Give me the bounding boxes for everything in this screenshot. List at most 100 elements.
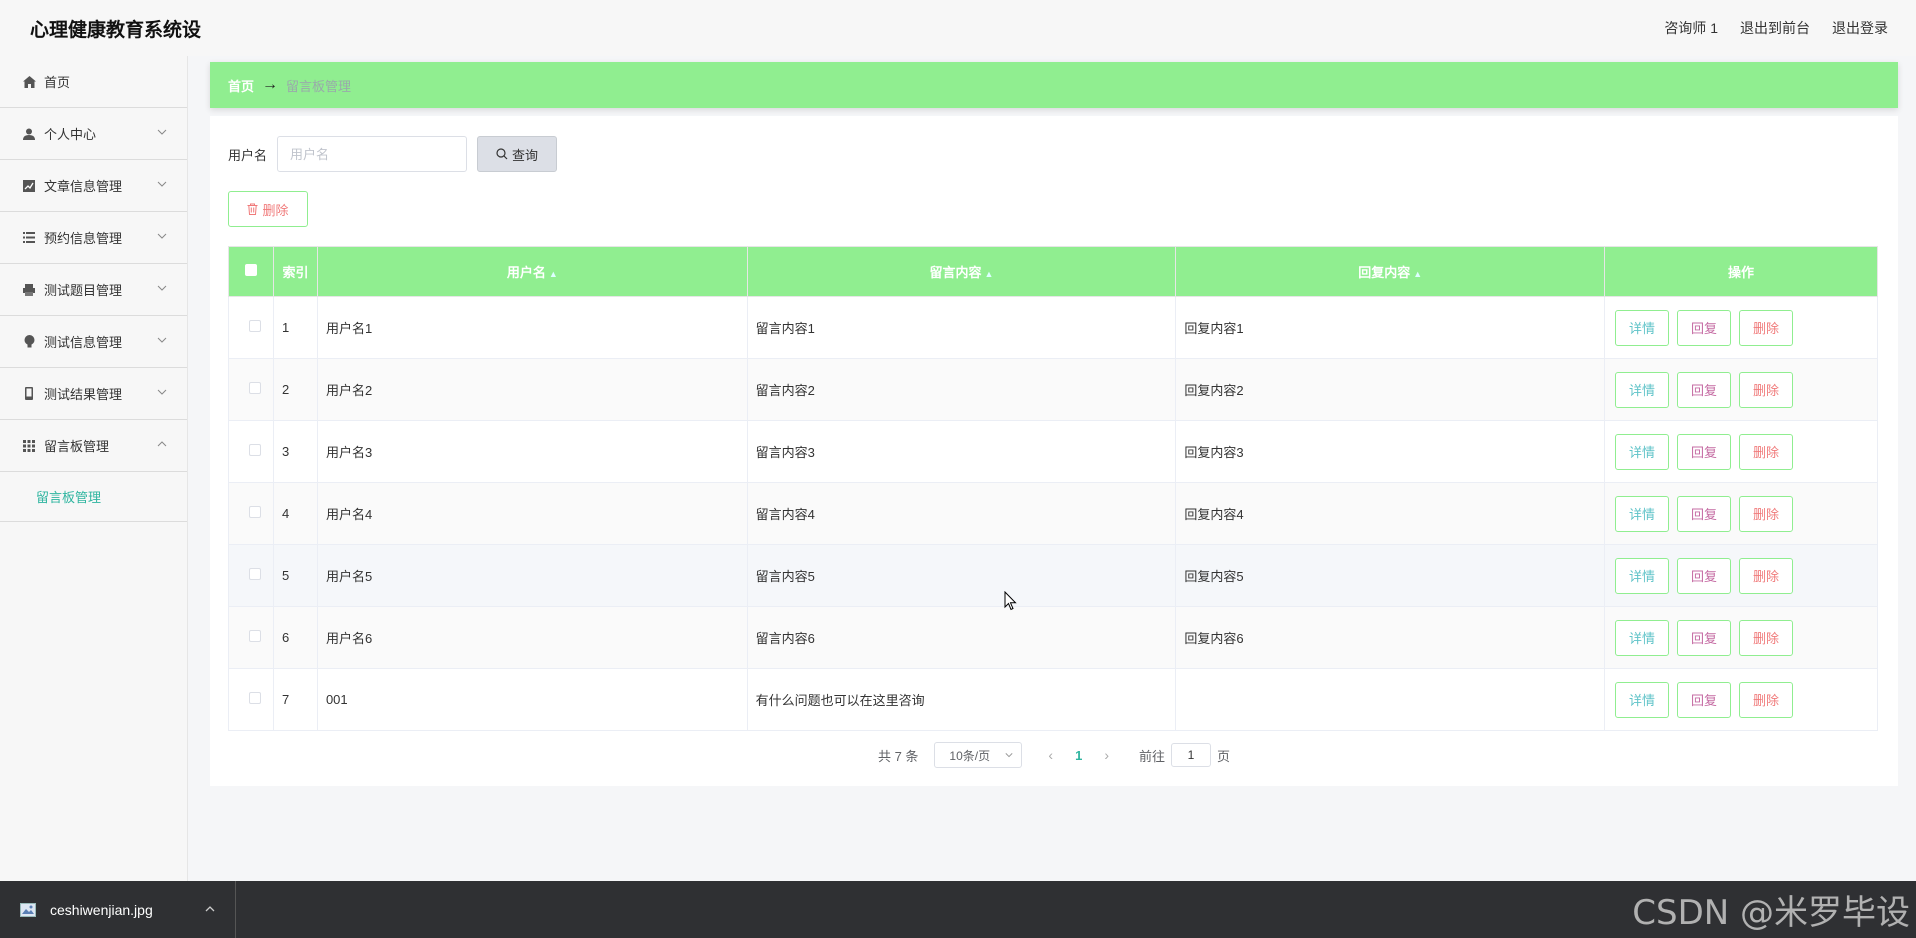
bulk-delete-button[interactable]: 删除 — [228, 191, 308, 227]
breadcrumb: 首页 → 留言板管理 — [210, 62, 1898, 108]
detail-button[interactable]: 详情 — [1615, 371, 1670, 408]
cell-username: 001 — [316, 668, 748, 731]
column-header-label: 用户名 — [506, 265, 546, 280]
select-all-checkbox[interactable] — [244, 264, 257, 276]
column-header-reply[interactable]: 回复内容 ▲ — [1175, 246, 1606, 297]
detail-button[interactable]: 详情 — [1615, 433, 1670, 470]
reply-button[interactable]: 回复 — [1677, 309, 1732, 346]
row-select-cell — [228, 420, 274, 483]
query-button[interactable]: 查询 — [477, 136, 558, 172]
table-row: 5 用户名5 留言内容5 回复内容5 详情 回复 删除 — [228, 544, 1878, 607]
row-checkbox[interactable] — [248, 630, 261, 642]
cell-reply: 回复内容4 — [1175, 482, 1606, 545]
sidebar-item-label: 文章信息管理 — [44, 179, 123, 194]
delete-button[interactable]: 删除 — [1739, 371, 1794, 408]
chevron-down-icon — [157, 285, 167, 291]
search-icon — [496, 148, 508, 160]
row-select-cell — [228, 606, 274, 669]
detail-button[interactable]: 详情 — [1615, 495, 1670, 532]
message-table: 索引 用户名 ▲ 留言内容 ▲ 回复内容 ▲ 操作 1 用户名1 留言内容1 回复内容1 详情… — [228, 246, 1878, 731]
sidebar-item-appointments[interactable]: 预约信息管理 — [0, 212, 187, 264]
list-icon — [22, 231, 36, 245]
reply-button[interactable]: 回复 — [1677, 433, 1732, 470]
detail-button[interactable]: 详情 — [1615, 619, 1670, 656]
printer-icon — [22, 283, 36, 297]
row-select-cell — [228, 482, 274, 545]
delete-button[interactable]: 删除 — [1739, 557, 1794, 594]
row-checkbox[interactable] — [248, 692, 261, 704]
prev-page-button[interactable]: ‹ — [1040, 747, 1061, 763]
cell-reply — [1175, 668, 1606, 731]
sidebar-item-label: 测试信息管理 — [44, 335, 123, 350]
sidebar-item-test-results[interactable]: 测试结果管理 — [0, 368, 187, 420]
cell-message: 留言内容4 — [746, 482, 1177, 545]
delete-button[interactable]: 删除 — [1739, 433, 1794, 470]
row-checkbox[interactable] — [248, 320, 261, 332]
cell-index: 5 — [272, 544, 318, 607]
reply-button[interactable]: 回复 — [1677, 681, 1732, 718]
reply-button[interactable]: 回复 — [1677, 557, 1732, 594]
chart-icon — [22, 179, 36, 193]
cell-reply: 回复内容6 — [1175, 606, 1606, 669]
sidebar-subitem-message-board-manage[interactable]: 留言板管理 — [0, 472, 187, 522]
chevron-down-icon — [157, 129, 167, 135]
detail-button[interactable]: 详情 — [1615, 557, 1670, 594]
row-checkbox[interactable] — [248, 382, 261, 394]
row-checkbox[interactable] — [248, 568, 261, 580]
sidebar-item-personal-center[interactable]: 个人中心 — [0, 108, 187, 160]
row-actions: 详情 回复 删除 — [1613, 433, 1877, 470]
sidebar-item-articles[interactable]: 文章信息管理 — [0, 160, 187, 212]
goto-page-input[interactable] — [1171, 743, 1212, 767]
reply-button[interactable]: 回复 — [1677, 371, 1732, 408]
delete-button[interactable]: 删除 — [1739, 309, 1794, 346]
chevron-down-icon — [157, 389, 167, 395]
cell-reply: 回复内容5 — [1175, 544, 1606, 607]
row-checkbox[interactable] — [248, 506, 261, 518]
cell-username: 用户名4 — [316, 482, 748, 545]
page-number-current[interactable]: 1 — [1061, 748, 1096, 763]
delete-button[interactable]: 删除 — [1739, 681, 1794, 718]
username-search-input[interactable] — [277, 136, 468, 172]
row-actions: 详情 回复 删除 — [1613, 619, 1877, 656]
logout-link[interactable]: 退出登录 — [1832, 18, 1888, 38]
bulb-icon — [22, 335, 36, 349]
sort-icon[interactable]: ▲ — [549, 269, 558, 279]
sidebar-item-home[interactable]: 首页 — [0, 56, 187, 108]
current-user-link[interactable]: 咨询师 1 — [1664, 18, 1718, 38]
download-item[interactable]: ceshiwenjian.jpg — [0, 881, 236, 938]
sort-icon[interactable]: ▲ — [985, 269, 994, 279]
cell-username: 用户名3 — [316, 420, 748, 483]
delete-button[interactable]: 删除 — [1739, 619, 1794, 656]
reply-button[interactable]: 回复 — [1677, 495, 1732, 532]
cell-reply: 回复内容2 — [1175, 358, 1606, 421]
image-file-icon — [20, 902, 36, 917]
row-checkbox[interactable] — [248, 444, 261, 456]
sidebar-item-test-info[interactable]: 测试信息管理 — [0, 316, 187, 368]
delete-button[interactable]: 删除 — [1739, 495, 1794, 532]
header-actions: 咨询师 1 退出到前台 退出登录 — [1664, 18, 1888, 38]
search-label: 用户名 — [228, 147, 268, 163]
detail-button[interactable]: 详情 — [1615, 309, 1670, 346]
cell-message: 有什么问题也可以在这里咨询 — [746, 668, 1177, 731]
chevron-down-icon — [157, 181, 167, 187]
next-page-button[interactable]: › — [1096, 747, 1117, 763]
sidebar-item-label: 测试题目管理 — [44, 283, 123, 298]
chevron-down-icon — [157, 233, 167, 239]
cell-actions: 详情 回复 删除 — [1604, 544, 1878, 607]
sidebar-item-message-board[interactable]: 留言板管理 — [0, 420, 187, 472]
sort-icon[interactable]: ▲ — [1413, 269, 1422, 279]
column-header-username[interactable]: 用户名 ▲ — [316, 246, 748, 297]
detail-button[interactable]: 详情 — [1615, 681, 1670, 718]
sidebar-item-test-questions[interactable]: 测试题目管理 — [0, 264, 187, 316]
column-header-message[interactable]: 留言内容 ▲ — [746, 246, 1177, 297]
reply-button[interactable]: 回复 — [1677, 619, 1732, 656]
table-row: 4 用户名4 留言内容4 回复内容4 详情 回复 删除 — [228, 482, 1878, 545]
breadcrumb-home-link[interactable]: 首页 — [228, 76, 254, 95]
page-size-select[interactable]: 10条/页 — [934, 742, 1023, 768]
trash-icon — [247, 203, 258, 215]
cell-actions: 详情 回复 删除 — [1604, 420, 1878, 483]
back-to-front-link[interactable]: 退出到前台 — [1740, 18, 1810, 38]
chevron-up-icon[interactable] — [205, 905, 215, 913]
cell-actions: 详情 回复 删除 — [1604, 668, 1878, 731]
phone-icon — [22, 387, 36, 401]
